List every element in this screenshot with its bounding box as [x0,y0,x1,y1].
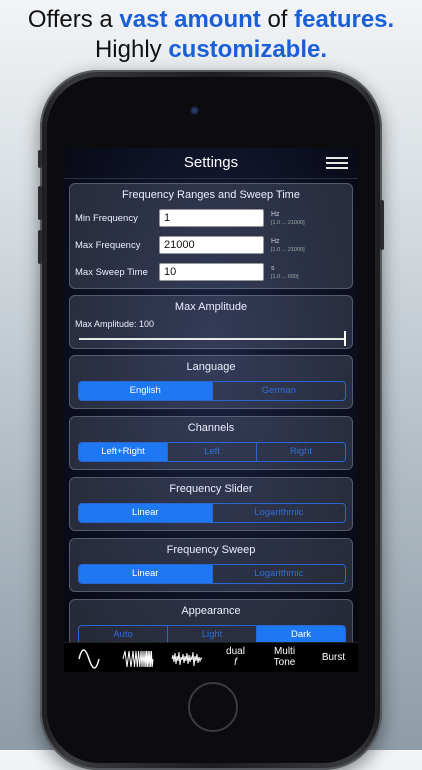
promo-headline-line-1: Offers a vast amount of features. [0,6,422,34]
toolbar-dual-frequency-button[interactable]: dual f [211,643,260,672]
card-title: Frequency Sweep [166,544,256,556]
min-frequency-label: Min Frequency [75,213,138,224]
segment-left-right[interactable]: Left+Right [79,443,167,461]
card-title: Channels [187,422,235,434]
promo-text: Offers a [27,6,120,33]
max-frequency-input[interactable]: 21000 [159,236,264,254]
card-title: Frequency Ranges and Sweep Time [122,189,300,201]
min-frequency-unit: Hz [271,211,280,218]
promo-highlight: customizable. [168,36,328,63]
segment-english[interactable]: English [79,382,212,400]
segment-linear[interactable]: Linear [79,565,212,583]
multi-label: Multi [273,646,296,657]
card-title: Max Amplitude [174,301,248,313]
max-frequency-label: Max Frequency [75,240,141,251]
toolbar-burst-button[interactable]: Burst [309,643,358,672]
toolbar-sweep-button[interactable] [113,643,162,672]
max-frequency-unit: Hz [271,238,280,245]
card-title: Appearance [181,605,241,617]
frequency-sweep-segmented-control: Linear Logarithmic [78,564,346,584]
promo-headline-line-2: Highly customizable. [0,36,422,64]
amplitude-slider-handle[interactable] [344,331,346,346]
volume-down-button [38,230,42,264]
front-camera-icon [190,106,199,115]
toolbar-sine-button[interactable] [64,643,113,672]
sine-wave-icon [77,649,100,669]
amplitude-slider-track[interactable] [79,338,345,340]
f-label: f [234,657,237,668]
segment-right[interactable]: Right [256,443,345,461]
max-sweep-time-label: Max Sweep Time [75,267,148,278]
segment-logarithmic[interactable]: Logarithmic [211,565,346,583]
dual-label: dual [226,646,245,657]
bottom-toolbar: dual f Multi Tone Burst [64,642,358,672]
max-sweep-time-range: [1.0 ... 600] [271,274,299,280]
min-frequency-input[interactable]: 1 [159,209,264,227]
tone-label: Tone [273,657,296,668]
promo-text: Highly [94,36,169,63]
mute-switch [38,150,42,168]
hamburger-menu-icon[interactable] [326,157,348,169]
card-title: Frequency Slider [169,483,253,495]
noise-wave-icon [171,651,202,667]
volume-up-button [38,186,42,220]
frequency-slider-card: Frequency Slider Linear Logarithmic [69,477,353,531]
toolbar-noise-button[interactable] [162,643,211,672]
language-card: Language English German [69,355,353,409]
segment-linear[interactable]: Linear [79,504,212,522]
segment-logarithmic[interactable]: Logarithmic [211,504,346,522]
card-title: Language [186,361,236,373]
language-segmented-control: English German [78,381,346,401]
frequency-sweep-card: Frequency Sweep Linear Logarithmic [69,538,353,592]
home-button[interactable] [188,682,238,732]
app-screen: Settings Frequency Ranges and Sweep Time… [64,148,358,672]
segment-german[interactable]: German [211,382,346,400]
max-sweep-time-unit: s [271,265,275,272]
toolbar-multi-tone-button[interactable]: Multi Tone [260,643,309,672]
burst-label: Burst [321,652,346,663]
max-frequency-range: [1.0 ... 21000] [271,247,305,253]
min-frequency-range: [1.0 ... 21000] [271,220,305,226]
max-amplitude-value-label: Max Amplitude: 100 [75,319,155,329]
promo-highlight: features. [294,6,395,33]
sweep-wave-icon [122,650,153,668]
max-sweep-time-input[interactable]: 10 [159,263,264,281]
power-button [380,200,384,250]
frequency-slider-segmented-control: Linear Logarithmic [78,503,346,523]
navigation-bar: Settings [64,148,358,179]
promo-text: of [260,6,295,33]
page-title: Settings [183,154,239,171]
frequency-ranges-card: Frequency Ranges and Sweep Time Min Freq… [69,183,353,289]
channels-card: Channels Left+Right Left Right [69,416,353,470]
promo-highlight: vast amount [119,6,261,33]
segment-left[interactable]: Left [167,443,256,461]
max-amplitude-card: Max Amplitude Max Amplitude: 100 [69,295,353,349]
channels-segmented-control: Left+Right Left Right [78,442,346,462]
